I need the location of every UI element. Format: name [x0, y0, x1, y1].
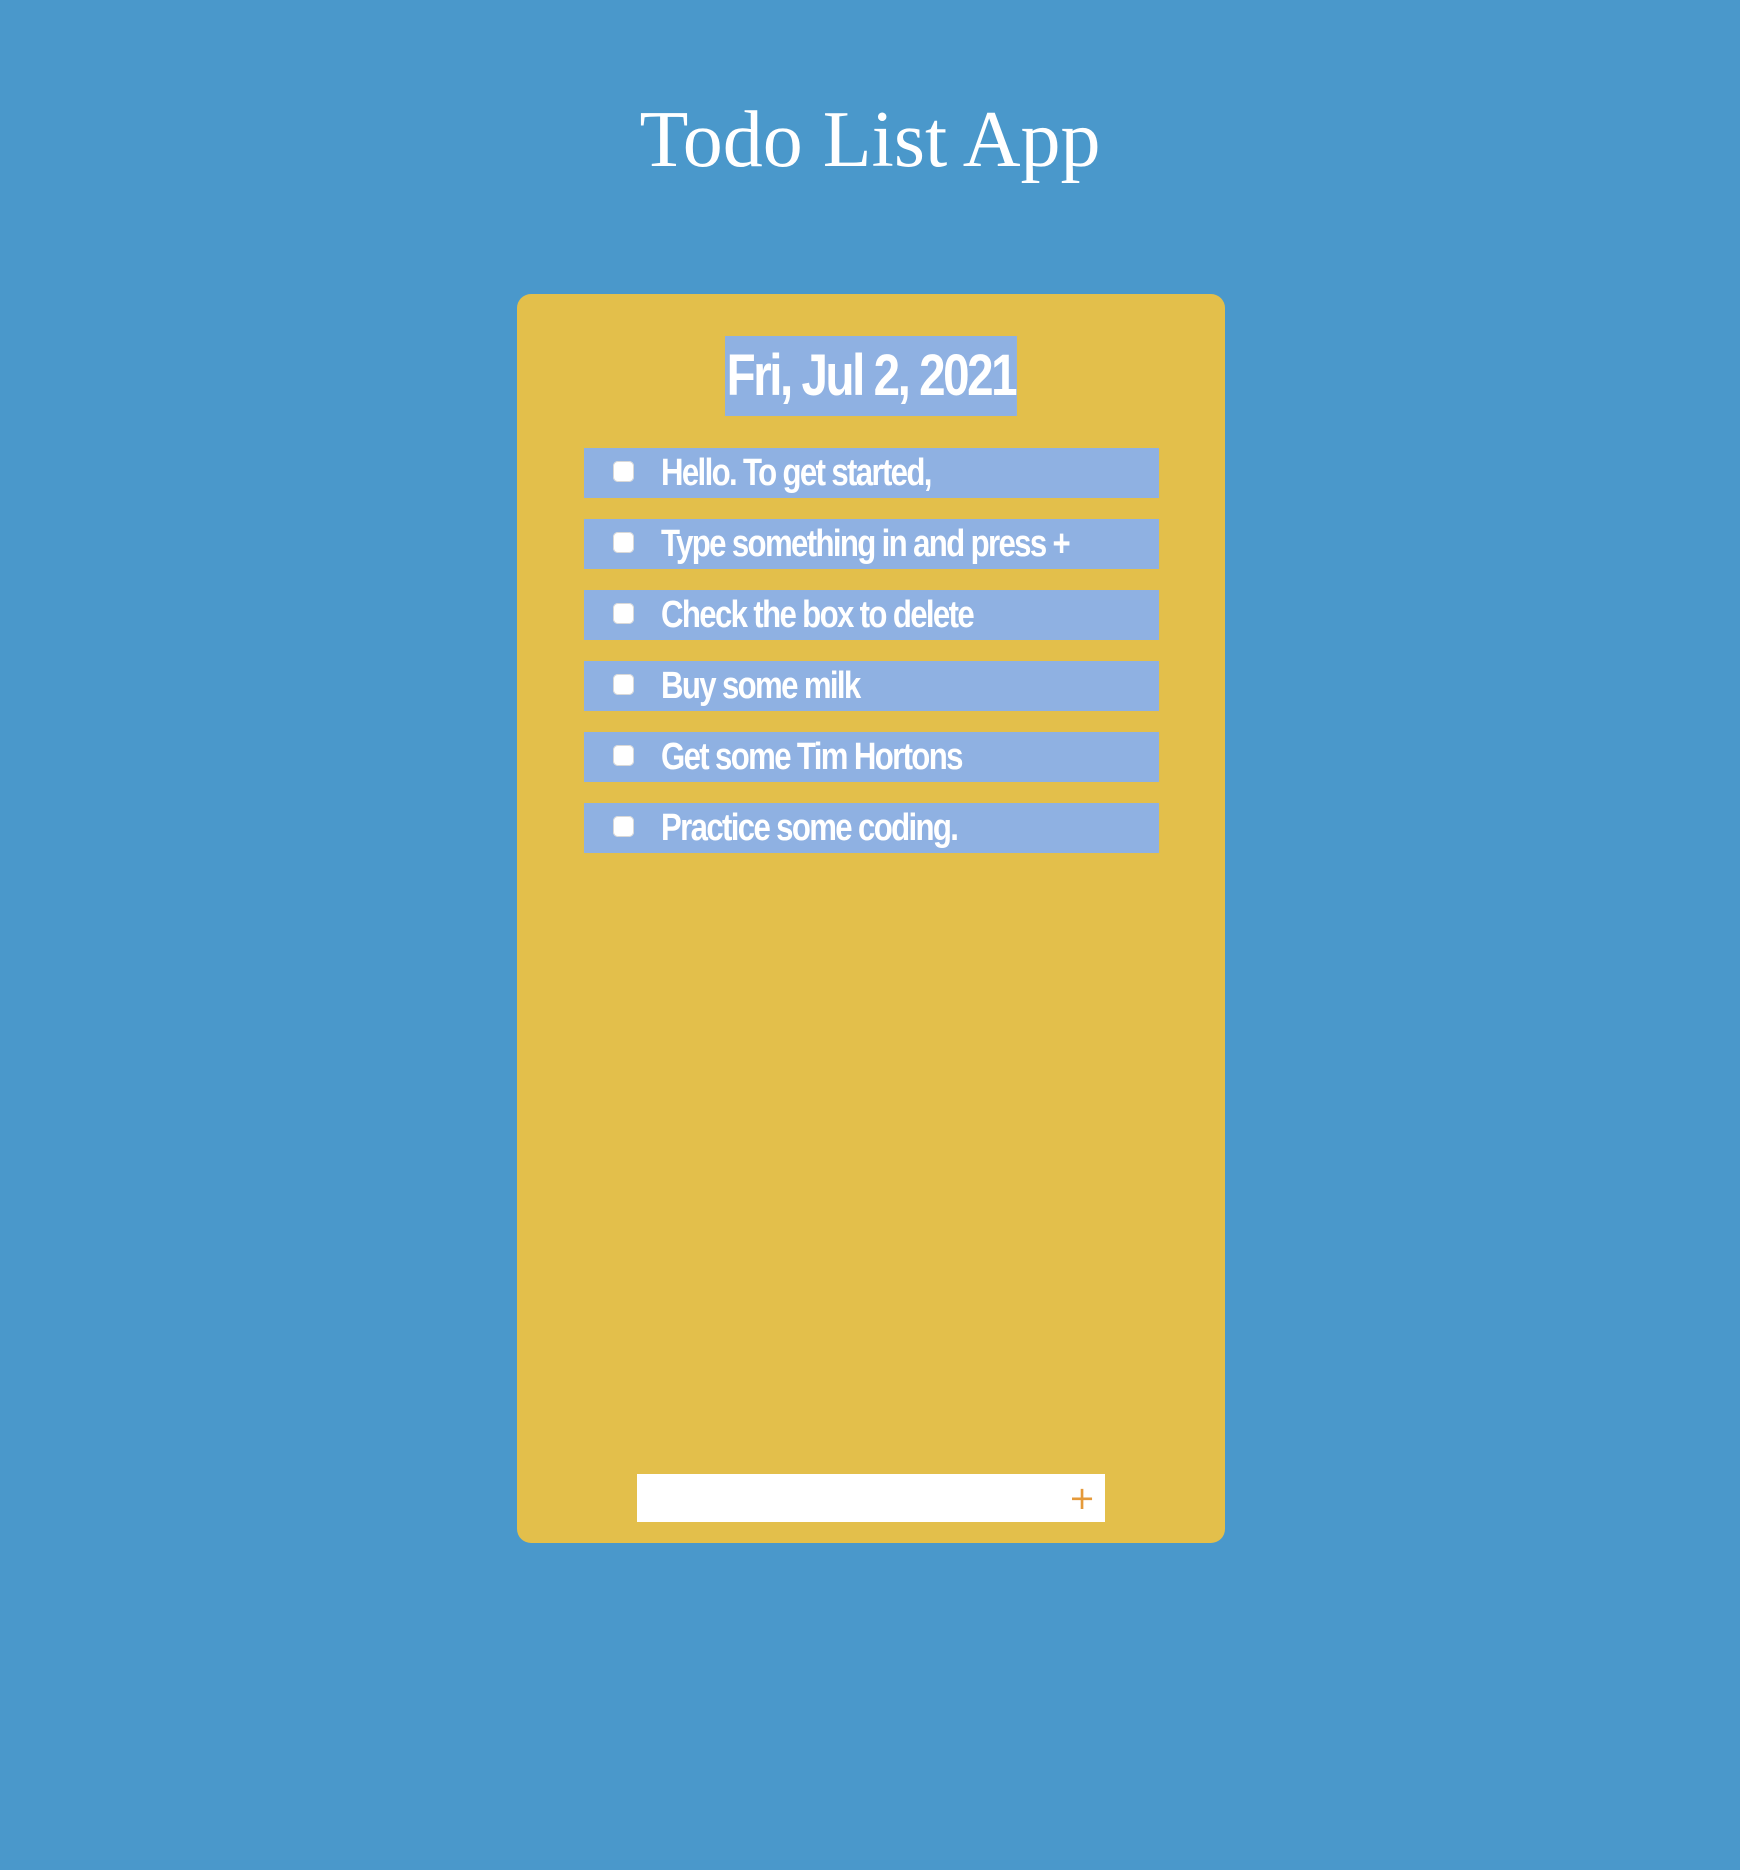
- todo-item: Check the box to delete: [584, 590, 1159, 640]
- todo-label: Hello. To get started,: [661, 452, 932, 494]
- todo-label: Practice some coding.: [661, 807, 959, 849]
- todo-label: Get some Tim Hortons: [661, 736, 963, 778]
- todo-item: Buy some milk: [584, 661, 1159, 711]
- todo-list: Hello. To get started, Type something in…: [584, 448, 1159, 874]
- todo-label: Check the box to delete: [661, 594, 975, 636]
- add-todo-form: +: [637, 1474, 1105, 1522]
- todo-checkbox[interactable]: [613, 816, 634, 837]
- new-todo-input[interactable]: [637, 1474, 1047, 1522]
- add-todo-button[interactable]: +: [1065, 1474, 1099, 1522]
- todo-item: Type something in and press +: [584, 519, 1159, 569]
- todo-checkbox[interactable]: [613, 674, 634, 695]
- todo-checkbox[interactable]: [613, 745, 634, 766]
- todo-card: Fri, Jul 2, 2021 Hello. To get started, …: [517, 294, 1225, 1543]
- date-heading-wrapper: Fri, Jul 2, 2021: [517, 336, 1225, 416]
- todo-label: Buy some milk: [661, 665, 861, 707]
- todo-checkbox[interactable]: [613, 461, 634, 482]
- app-title: Todo List App: [639, 96, 1101, 184]
- todo-checkbox[interactable]: [613, 603, 634, 624]
- todo-item: Hello. To get started,: [584, 448, 1159, 498]
- todo-checkbox[interactable]: [613, 532, 634, 553]
- todo-label: Type something in and press +: [661, 523, 1071, 565]
- date-heading: Fri, Jul 2, 2021: [725, 336, 1018, 416]
- todo-item: Practice some coding.: [584, 803, 1159, 853]
- todo-item: Get some Tim Hortons: [584, 732, 1159, 782]
